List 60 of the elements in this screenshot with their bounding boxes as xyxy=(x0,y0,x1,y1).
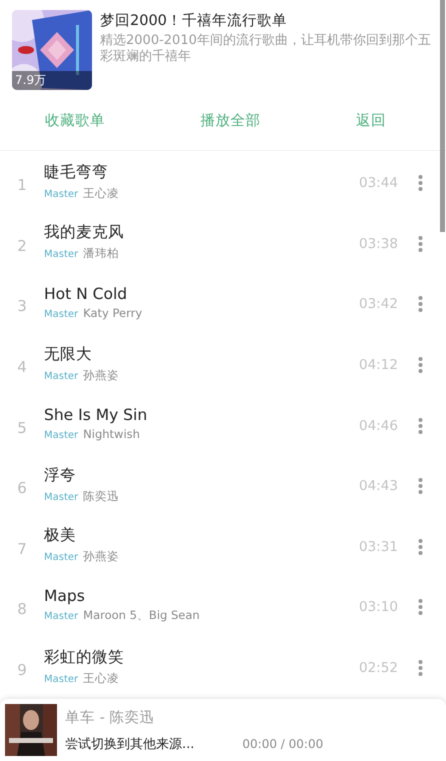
duration: 03:38 xyxy=(359,234,399,252)
quality-label: Master xyxy=(44,249,78,260)
song-title[interactable]: 我的麦克风 xyxy=(44,222,359,244)
artist-name: Maroon 5、Big Sean xyxy=(83,608,200,624)
track-number: 1 xyxy=(16,175,28,194)
quality-label: Master xyxy=(44,430,78,442)
track-number: 5 xyxy=(16,418,28,437)
more-icon[interactable] xyxy=(418,416,422,435)
track-number: 9 xyxy=(16,660,28,680)
quality-label: Master xyxy=(44,552,78,564)
track-number: 2 xyxy=(16,236,28,255)
song-title[interactable]: 彩虹的微笑 xyxy=(44,646,359,668)
more-icon[interactable] xyxy=(418,598,422,616)
artist-name: Nightwish xyxy=(83,427,140,442)
more-icon[interactable] xyxy=(418,234,422,253)
scrollbar[interactable] xyxy=(440,0,445,232)
quality-label: Master xyxy=(44,188,78,200)
more-icon[interactable] xyxy=(418,477,422,496)
song-title[interactable]: She Is My Sin xyxy=(44,406,359,424)
duration: 04:43 xyxy=(359,477,399,494)
duration: 03:44 xyxy=(359,174,399,192)
duration: 03:31 xyxy=(359,538,399,555)
artist-name: 王心凌 xyxy=(83,670,120,686)
artist-name: 孙燕姿 xyxy=(83,368,120,383)
artist-name: Katy Perry xyxy=(83,306,142,320)
playlist-title: 梦回2000！千禧年流行歌单 xyxy=(100,12,288,30)
track-number: 3 xyxy=(16,296,28,316)
song-title[interactable]: 睫毛弯弯 xyxy=(44,162,359,183)
track-number: 4 xyxy=(16,357,28,376)
track-number: 8 xyxy=(16,599,28,618)
quality-label: Master xyxy=(44,370,78,382)
playlist-description: 精选2000-2010年间的流行歌曲，让耳机带你回到那个五彩斑斓的千禧年 xyxy=(100,33,432,65)
quality-label: Master xyxy=(44,674,78,685)
artist-name: 孙燕姿 xyxy=(83,549,120,564)
status-text: 尝试切换到其他来源... xyxy=(65,736,194,752)
duration: 04:12 xyxy=(359,356,399,374)
duration: 03:42 xyxy=(359,295,399,312)
more-icon[interactable] xyxy=(418,174,422,192)
song-title[interactable]: Maps xyxy=(44,587,359,606)
song-title[interactable]: 极美 xyxy=(44,525,359,546)
track-number: 6 xyxy=(16,478,28,498)
artist-name: 王心凌 xyxy=(83,186,120,201)
song-title[interactable]: Hot N Cold xyxy=(44,284,359,303)
track-number: 7 xyxy=(16,538,28,558)
duration: 04:46 xyxy=(359,416,399,434)
more-icon[interactable] xyxy=(418,538,422,556)
quality-label: Master xyxy=(44,308,78,320)
more-icon[interactable] xyxy=(418,356,422,374)
artist-name: 陈奕迅 xyxy=(83,488,120,504)
artist-name: 潘玮柏 xyxy=(83,246,120,262)
duration: 02:52 xyxy=(359,659,399,676)
playback-time: 00:00 / 00:00 xyxy=(242,737,324,751)
now-playing-title: 单车 - 陈奕迅 xyxy=(65,708,156,726)
song-title[interactable]: 浮夸 xyxy=(44,464,359,486)
song-title[interactable]: 无限大 xyxy=(44,344,359,365)
more-icon[interactable] xyxy=(418,659,422,678)
duration: 03:10 xyxy=(359,598,399,616)
quality-label: Master xyxy=(44,611,78,622)
more-icon[interactable] xyxy=(418,295,422,314)
quality-label: Master xyxy=(44,492,78,503)
